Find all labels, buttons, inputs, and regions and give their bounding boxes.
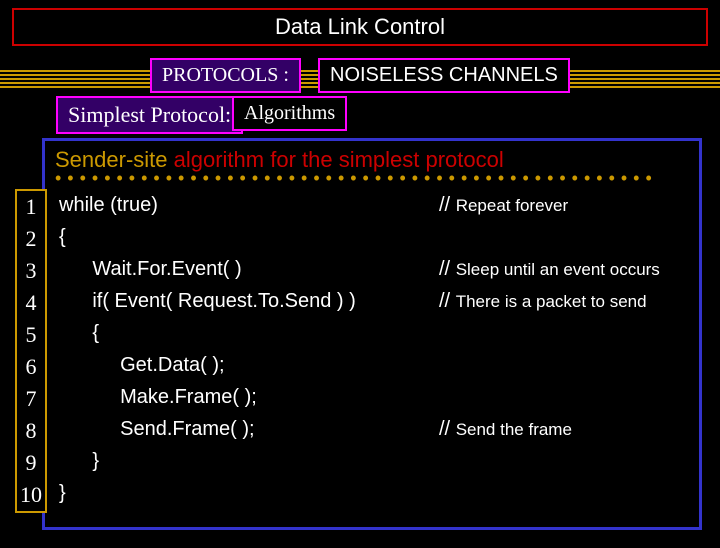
code-line: } — [59, 477, 699, 509]
comment: // Sleep until an event occurs — [439, 253, 660, 286]
code-lines: while (true) // Repeat forever { Wait.For… — [45, 189, 699, 509]
code-area: 1 2 3 4 5 6 7 8 9 10 while (true)// Repe… — [45, 189, 699, 509]
protocols-label-box: PROTOCOLS : — [150, 58, 301, 93]
line-number: 7 — [17, 383, 45, 415]
code-text: while (true) — [59, 194, 158, 216]
line-number: 3 — [17, 255, 45, 287]
line-number: 4 — [17, 287, 45, 319]
algorithms-box: Algorithms — [232, 96, 347, 131]
code-line: Make.Frame( ); — [59, 381, 699, 413]
main-panel: Sender-site algorithm for the simplest p… — [42, 138, 702, 530]
code-line: if( Event( Request.To.Send ) ) // There i… — [59, 285, 699, 317]
code-text: } — [59, 482, 66, 504]
heading-suffix: algorithm for the simplest protocol — [174, 147, 504, 172]
line-number: 9 — [17, 447, 45, 479]
heading-prefix: Sender-site — [55, 147, 174, 172]
line-number: 2 — [17, 223, 45, 255]
code-text: Send.Frame( ); — [59, 418, 255, 440]
protocols-label: PROTOCOLS : — [162, 64, 289, 86]
comment: // There is a packet to send — [439, 285, 647, 318]
dotted-divider: ••••••••••••••••••••••••••••••••••••••••… — [45, 173, 699, 183]
line-number: 6 — [17, 351, 45, 383]
line-number: 10 — [17, 479, 45, 511]
code-line: Send.Frame( ); // Send the frame — [59, 413, 699, 445]
comment: // Send the frame — [439, 413, 572, 446]
code-text: Wait.For.Event( ) — [59, 258, 242, 280]
line-number: 1 — [17, 191, 45, 223]
code-text: { — [59, 226, 66, 248]
code-text: { — [59, 322, 99, 344]
title-bar: Data Link Control — [12, 8, 708, 46]
noiseless-label-box: NOISELESS CHANNELS — [318, 58, 570, 93]
code-line: { — [59, 317, 699, 349]
sender-heading: Sender-site algorithm for the simplest p… — [45, 141, 699, 173]
simplest-label: Simplest Protocol: — [68, 102, 231, 127]
code-text: Make.Frame( ); — [59, 386, 257, 408]
page-title: Data Link Control — [275, 14, 445, 39]
code-line: Wait.For.Event( ) // Sleep until an event… — [59, 253, 699, 285]
code-text: } — [59, 450, 99, 472]
algorithms-label: Algorithms — [244, 102, 335, 124]
code-line: } — [59, 445, 699, 477]
line-number: 5 — [17, 319, 45, 351]
line-number: 8 — [17, 415, 45, 447]
code-line: Get.Data( ); — [59, 349, 699, 381]
comment: // Repeat forever — [439, 189, 568, 222]
line-number-gutter: 1 2 3 4 5 6 7 8 9 10 — [15, 189, 47, 513]
noiseless-label: NOISELESS CHANNELS — [330, 64, 558, 86]
code-text: Get.Data( ); — [59, 354, 225, 376]
code-line: while (true) // Repeat forever — [59, 189, 699, 221]
simplest-protocol-box: Simplest Protocol: — [56, 96, 243, 134]
code-line: { — [59, 221, 699, 253]
code-text: if( Event( Request.To.Send ) ) — [59, 290, 356, 312]
